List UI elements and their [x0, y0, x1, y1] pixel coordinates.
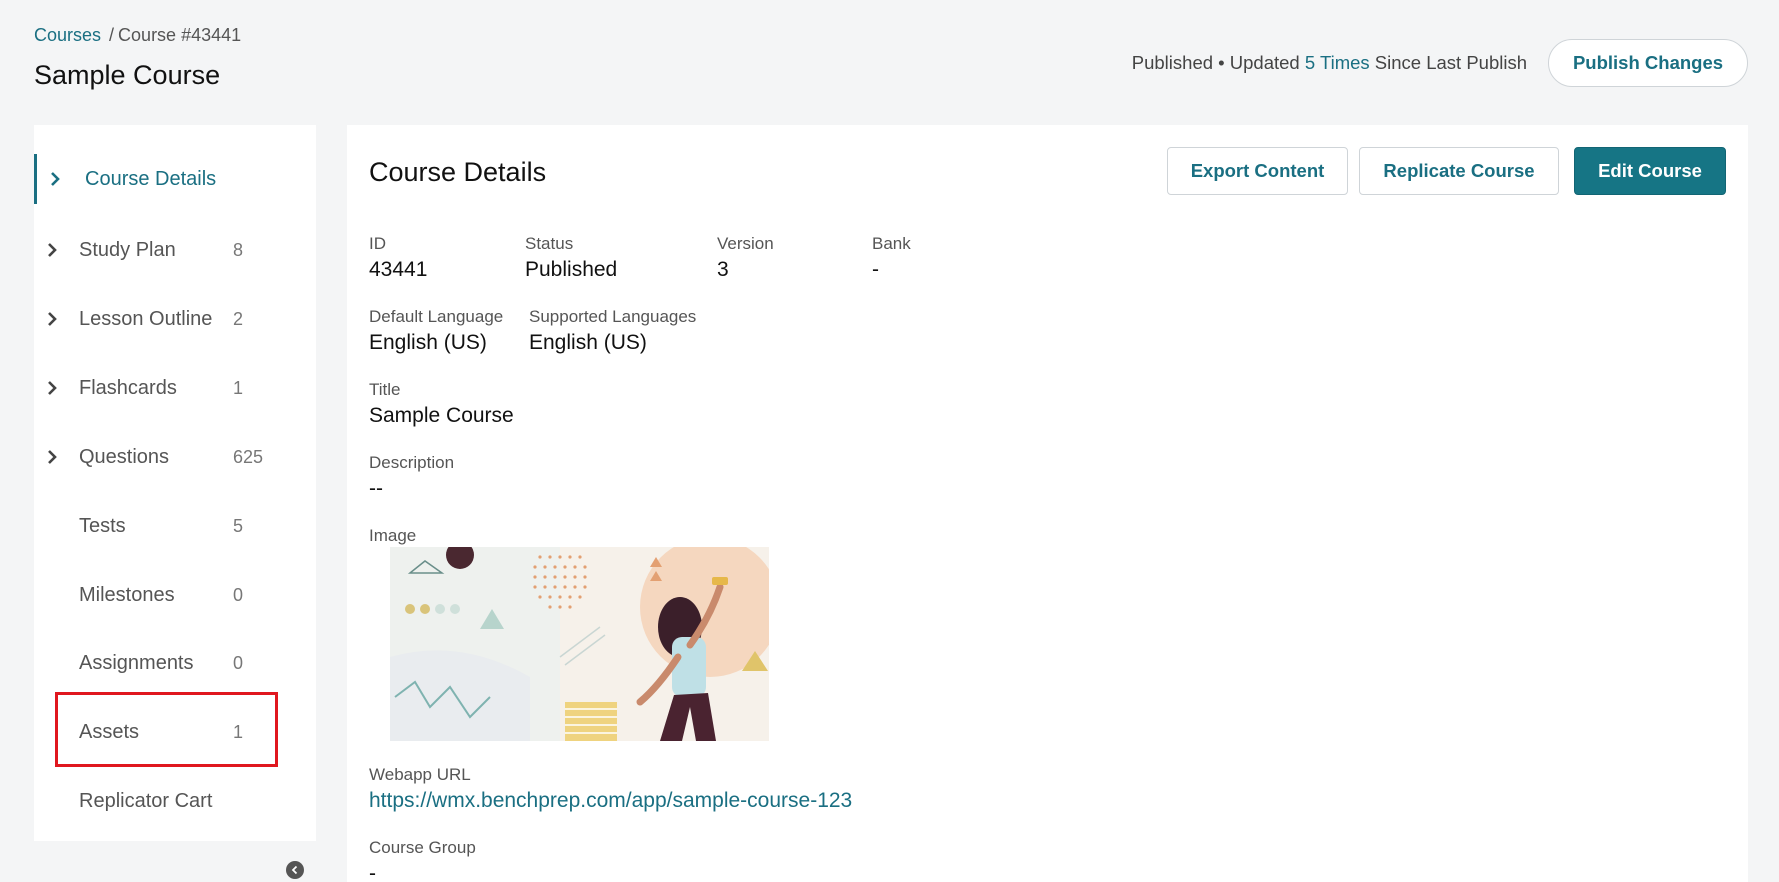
field-webapp-url: Webapp URL https://wmx.benchprep.com/app…	[369, 765, 852, 813]
field-value: Published	[525, 258, 618, 281]
sidebar-item-questions[interactable]: Questions 625	[34, 432, 316, 482]
publish-status: Published • Updated 5 Times Since Last P…	[1132, 52, 1527, 74]
field-image: Image	[369, 526, 416, 546]
chevron-right-icon	[46, 309, 60, 329]
field-status: Status Published	[525, 234, 617, 282]
collapse-sidebar-icon[interactable]	[286, 861, 304, 879]
field-version: Version 3	[717, 234, 774, 282]
field-label: Status	[525, 234, 574, 253]
field-label: ID	[369, 234, 386, 253]
sidebar-item-label: Assets	[79, 720, 140, 743]
sidebar-item-label: Tests	[79, 514, 126, 537]
field-label: Version	[717, 234, 774, 253]
edit-course-button[interactable]: Edit Course	[1574, 147, 1726, 195]
field-label: Default Language	[369, 307, 504, 326]
field-value: English (US)	[529, 331, 647, 354]
field-default-language: Default Language English (US)	[369, 307, 503, 355]
sidebar-item-count: 0	[233, 652, 244, 673]
field-value: -	[369, 862, 376, 882]
field-label: Webapp URL	[369, 765, 471, 784]
sidebar-item-label: Milestones	[79, 583, 175, 606]
field-label: Title	[369, 380, 401, 399]
chevron-right-icon	[49, 169, 63, 189]
field-value: --	[369, 477, 383, 500]
breadcrumb: Courses / Course #43441	[34, 25, 241, 46]
sidebar-item-label: Course Details	[85, 167, 217, 190]
field-id: ID 43441	[369, 234, 427, 282]
breadcrumb-link-courses[interactable]: Courses	[34, 25, 101, 45]
field-value: 3	[717, 258, 729, 281]
field-supported-languages: Supported Languages English (US)	[529, 307, 696, 355]
export-content-button[interactable]: Export Content	[1167, 147, 1348, 195]
sidebar-item-study-plan[interactable]: Study Plan 8	[34, 225, 316, 275]
sidebar-item-lesson-outline[interactable]: Lesson Outline 2	[34, 294, 316, 344]
course-details-panel: Course Details Export Content Replicate …	[347, 125, 1748, 882]
publish-status-suffix: Since Last Publish	[1374, 52, 1527, 73]
field-value: 43441	[369, 258, 428, 281]
field-label: Supported Languages	[529, 307, 697, 326]
page-title: Sample Course	[34, 60, 221, 90]
field-label: Bank	[872, 234, 911, 253]
sidebar-item-count: 1	[233, 377, 244, 398]
webapp-url-link[interactable]: https://wmx.benchprep.com/app/sample-cou…	[369, 789, 852, 813]
field-description: Description --	[369, 453, 454, 501]
sidebar-item-course-details[interactable]: Course Details	[34, 154, 316, 204]
course-image	[390, 547, 769, 741]
sidebar-item-count: 1	[233, 721, 244, 742]
field-value: -	[872, 258, 879, 281]
sidebar-item-label: Study Plan	[79, 238, 176, 261]
sidebar-item-count: 2	[233, 308, 244, 329]
sidebar-item-count: 5	[233, 515, 244, 536]
sidebar-item-label: Questions	[79, 445, 170, 468]
sidebar-item-assets[interactable]: Assets 1	[34, 707, 316, 757]
field-course-group: Course Group -	[369, 838, 476, 882]
field-label: Course Group	[369, 838, 476, 857]
breadcrumb-separator: /	[109, 25, 115, 45]
sidebar-item-label: Replicator Cart	[79, 789, 213, 812]
section-title: Course Details	[369, 157, 547, 187]
chevron-right-icon	[46, 240, 60, 260]
field-bank: Bank -	[872, 234, 911, 282]
sidebar-item-label: Lesson Outline	[79, 307, 213, 330]
field-value: Sample Course	[369, 404, 514, 427]
sidebar-item-milestones[interactable]: Milestones 0	[34, 570, 316, 620]
chevron-right-icon	[46, 378, 60, 398]
replicate-course-button[interactable]: Replicate Course	[1359, 147, 1559, 195]
sidebar-item-count: 8	[233, 239, 244, 260]
sidebar-item-replicator-cart[interactable]: Replicator Cart	[34, 776, 316, 826]
field-label: Image	[369, 526, 417, 545]
sidebar-item-count: 0	[233, 584, 244, 605]
sidebar-item-count: 625	[233, 446, 264, 467]
sidebar-item-assignments[interactable]: Assignments 0	[34, 638, 316, 688]
chevron-right-icon	[46, 447, 60, 467]
field-label: Description	[369, 453, 455, 472]
sidebar-item-label: Flashcards	[79, 376, 177, 399]
sidebar-item-flashcards[interactable]: Flashcards 1	[34, 363, 316, 413]
publish-status-prefix: Published • Updated	[1131, 52, 1300, 73]
sidebar-item-tests[interactable]: Tests 5	[34, 501, 316, 551]
sidebar-item-label: Assignments	[79, 651, 194, 674]
publish-changes-button[interactable]: Publish Changes	[1548, 39, 1748, 87]
update-count-link[interactable]: 5 Times	[1305, 52, 1370, 73]
breadcrumb-current: Course #43441	[118, 25, 242, 45]
sidebar-nav: Course Details Study Plan 8 Lesson Outli…	[34, 125, 316, 841]
field-title: Title Sample Course	[369, 380, 514, 428]
field-value: English (US)	[369, 331, 487, 354]
